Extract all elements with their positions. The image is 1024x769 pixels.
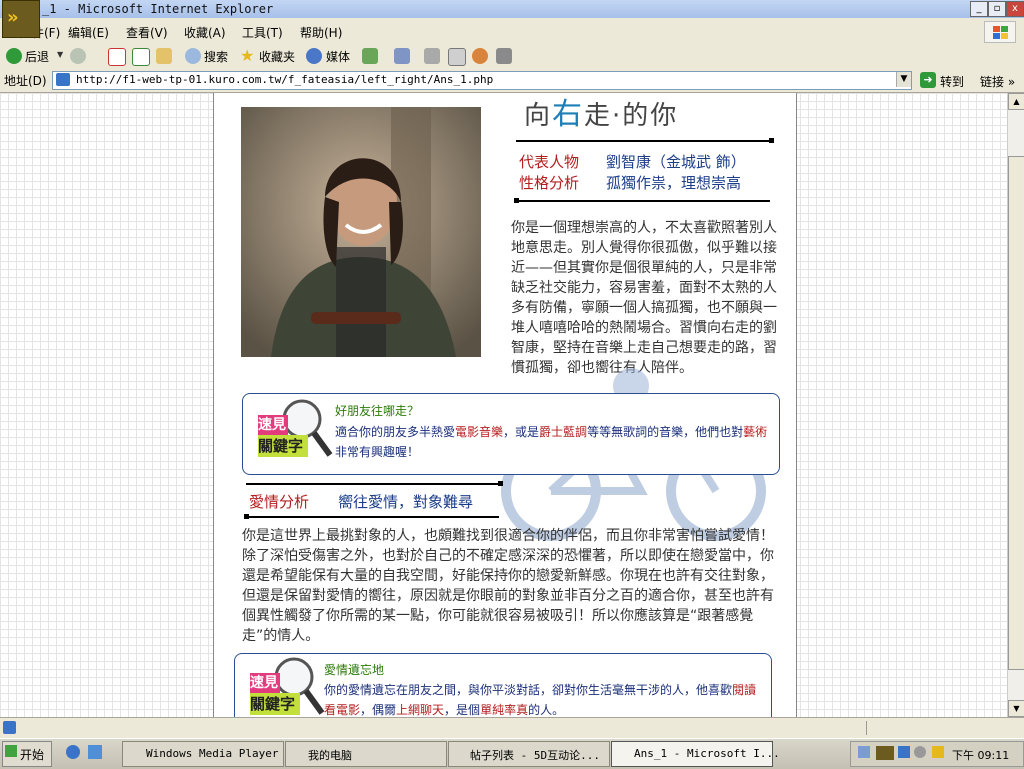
history-icon[interactable] (362, 48, 378, 64)
task-label: Ans_1 - Microsoft I... (634, 747, 780, 760)
favorites-button[interactable]: 收藏夹 (259, 48, 295, 65)
media-button[interactable]: 媒体 (326, 48, 350, 65)
menu-help[interactable]: 帮助(H) (300, 24, 342, 41)
search-button[interactable]: 搜索 (204, 48, 228, 65)
links-button[interactable]: 链接 » (980, 73, 1015, 90)
mail-icon[interactable] (394, 48, 410, 64)
windows-start-icon (5, 745, 17, 757)
divider (246, 483, 501, 485)
back-icon[interactable] (6, 48, 22, 64)
menu-edit[interactable]: 编辑(E) (68, 24, 109, 41)
tray-speaker-icon[interactable] (858, 746, 870, 758)
toolbar (0, 44, 1024, 69)
scroll-thumb[interactable] (1008, 156, 1024, 670)
character-photo (241, 107, 481, 357)
keybox-body: 你的愛情遺忘在朋友之間，與你平淡對話，卻對你生活毫無干涉的人，他喜歡閱讀 看電影，… (324, 683, 757, 717)
minimize-button[interactable]: _ (970, 1, 988, 17)
content-viewport: 向右走·的你 代表人物 劉智康（金城武 飾） 性格分析 孤獨作祟，理想崇高 你是… (0, 93, 1007, 717)
maximize-button[interactable]: ▫ (988, 1, 1006, 17)
personality-value: 孤獨作祟，理想崇高 (606, 174, 742, 192)
back-button[interactable]: 后退 (25, 48, 49, 65)
tray-warning-icon[interactable] (932, 746, 944, 758)
tray-network-icon[interactable] (898, 746, 910, 758)
ie-page-icon (56, 73, 70, 86)
keybox-title: 好朋友往哪走？ (335, 404, 420, 418)
divider-dot (769, 138, 774, 143)
window-title: _1 - Microsoft Internet Explorer (42, 2, 274, 16)
address-input[interactable] (76, 73, 896, 86)
search-icon[interactable] (185, 48, 201, 64)
refresh-icon[interactable] (132, 48, 150, 66)
page-content: 向右走·的你 代表人物 劉智康（金城武 飾） 性格分析 孤獨作祟，理想崇高 你是… (213, 93, 797, 717)
keybox-title: 愛情遺忘地 (324, 663, 385, 677)
home-icon[interactable] (156, 48, 172, 64)
divider (517, 200, 770, 202)
rep-value: 劉智康（金城武 飾） (606, 153, 746, 171)
messenger-icon[interactable] (472, 48, 488, 64)
badge-top-text: 速見 (250, 675, 278, 691)
status-zone (866, 721, 967, 735)
character-description: 你是一個理想崇高的人，不太喜歡照著別人地意思走。別人覺得你很孤傲，似乎難以接近—… (511, 220, 777, 376)
menu-tools[interactable]: 工具(T) (242, 24, 283, 41)
love-description: 你是這世界上最挑對象的人，也頗難找到很適合你的伴侶，而且你非常害怕嘗試愛情！除了… (242, 528, 774, 644)
tray-app-icon[interactable] (876, 746, 894, 760)
favorites-icon[interactable]: ★ (240, 46, 254, 65)
ie-icon (3, 721, 16, 734)
address-label: 地址(D) (4, 74, 47, 88)
tray-status-icon[interactable] (914, 746, 926, 758)
stop-icon[interactable] (108, 48, 126, 66)
scroll-up-icon[interactable]: ▲ (1008, 93, 1024, 110)
menu-view[interactable]: 查看(V) (126, 24, 168, 41)
address-dropdown-icon[interactable]: ▼ (896, 72, 911, 87)
rep-label: 代表人物 (519, 153, 580, 171)
app-logo-icon: » (2, 0, 40, 38)
badge-top-text: 速見 (258, 417, 286, 433)
menu-favorites[interactable]: 收藏(A) (184, 24, 226, 41)
quicklaunch-ie-icon[interactable] (66, 745, 80, 759)
forward-icon[interactable] (70, 48, 86, 64)
back-dropdown-icon[interactable]: ▼ (57, 50, 63, 59)
task-label: 帖子列表 - 5D互动论... (470, 749, 600, 762)
love-value: 嚮往愛情，對象難尋 (338, 493, 474, 511)
close-button[interactable]: x (1006, 1, 1024, 17)
windows-logo-icon (984, 21, 1016, 43)
keybox-body: 適合你的朋友多半熱愛電影音樂，或是爵士藍調等等無歌詞的音樂，他們也對藝術 非常有興… (335, 425, 768, 459)
media-icon[interactable] (306, 48, 322, 64)
go-icon[interactable]: ➜ (920, 72, 936, 88)
personality-label: 性格分析 (519, 174, 580, 192)
love-label: 愛情分析 (249, 493, 310, 511)
task-label: Windows Media Player (146, 747, 279, 760)
task-label: 我的电脑 (308, 749, 352, 762)
edit-icon[interactable] (448, 48, 466, 66)
print-icon[interactable] (424, 48, 440, 64)
divider (516, 140, 771, 142)
quicklaunch-desktop-icon[interactable] (88, 745, 102, 759)
badge-bottom-text: 關鍵字 (250, 695, 296, 713)
divider (247, 516, 499, 518)
page-heading: 向右走·的你 (524, 97, 679, 132)
go-button[interactable]: 转到 (940, 73, 964, 90)
divider-dot (498, 481, 503, 486)
research-icon[interactable] (496, 48, 512, 64)
start-label: 开始 (20, 748, 45, 762)
clock: 下午 09:11 (952, 749, 1010, 762)
badge-bottom-text: 關鍵字 (258, 437, 304, 455)
scroll-down-icon[interactable]: ▼ (1008, 700, 1024, 717)
